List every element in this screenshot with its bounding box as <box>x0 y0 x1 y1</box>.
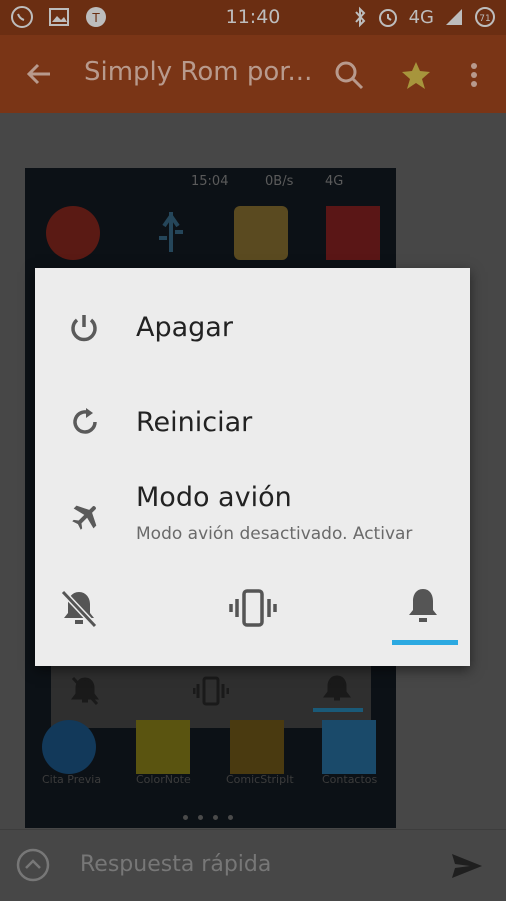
alarm-icon <box>378 9 397 27</box>
screenshot-time: 15:04 <box>191 174 229 189</box>
airplane-icon <box>72 505 97 530</box>
selected-sound-indicator <box>392 640 458 645</box>
app-label: ComicStripIt <box>226 773 294 786</box>
app-label: ColorNote <box>136 773 191 786</box>
airplane-mode-status: Modo avión desactivado. Activar <box>136 524 413 544</box>
network-type: 4G <box>408 6 434 28</box>
bell-icon <box>323 675 351 701</box>
bell-off-icon <box>71 676 99 706</box>
page-title: Simply Rom por... <box>84 57 313 87</box>
app-icon <box>136 720 190 774</box>
search-icon[interactable] <box>334 60 364 90</box>
vibrate-icon[interactable] <box>229 588 277 628</box>
power-icon <box>71 315 97 342</box>
star-icon[interactable] <box>401 60 431 90</box>
quick-reply-bar: Respuesta rápida <box>0 829 506 901</box>
vibrate-icon <box>193 676 229 706</box>
screenshot-dialog <box>51 664 371 728</box>
arrow-back-icon[interactable] <box>26 61 52 87</box>
screenshot-speed: 0B/s <box>265 174 294 189</box>
expand-circle-icon[interactable] <box>16 848 50 882</box>
screenshot-status-bar: 15:04 0B/s 4G <box>25 168 396 196</box>
power-off-option[interactable]: Apagar <box>35 298 470 358</box>
power-menu-dialog: Apagar Reiniciar Modo avión Modo avión d… <box>35 268 470 666</box>
airplane-mode-option[interactable]: Modo avión Modo avión desactivado. Activ… <box>35 478 470 558</box>
app-label: Contactos <box>322 773 378 786</box>
restart-icon <box>73 408 97 434</box>
more-vert-icon[interactable] <box>470 62 478 88</box>
bell-icon[interactable] <box>405 586 441 626</box>
page-indicator <box>183 815 233 820</box>
app-icon <box>46 206 100 260</box>
app-label: Cita Previa <box>42 773 102 786</box>
app-bar: Simply Rom por... <box>0 35 506 113</box>
app-icon <box>326 206 380 260</box>
airplane-mode-label: Modo avión <box>136 482 292 513</box>
screenshot-selected-underline <box>313 708 363 712</box>
svg-text:71: 71 <box>479 14 490 24</box>
screenshot-network: 4G <box>325 174 344 189</box>
app-icon <box>144 206 198 260</box>
app-icon <box>234 206 288 260</box>
send-icon[interactable] <box>450 852 484 880</box>
app-icon <box>322 720 376 774</box>
restart-label: Reiniciar <box>136 407 253 438</box>
app-icon <box>230 720 284 774</box>
power-off-label: Apagar <box>136 312 233 343</box>
app-icon <box>42 720 96 774</box>
quick-reply-input[interactable]: Respuesta rápida <box>80 852 271 877</box>
status-bar: T 11:40 4G 71 <box>0 0 506 35</box>
signal-icon <box>446 9 462 25</box>
bluetooth-icon <box>354 6 365 28</box>
bell-off-icon[interactable] <box>59 588 99 630</box>
battery-icon: 71 <box>475 7 495 27</box>
restart-option[interactable]: Reiniciar <box>35 393 470 453</box>
